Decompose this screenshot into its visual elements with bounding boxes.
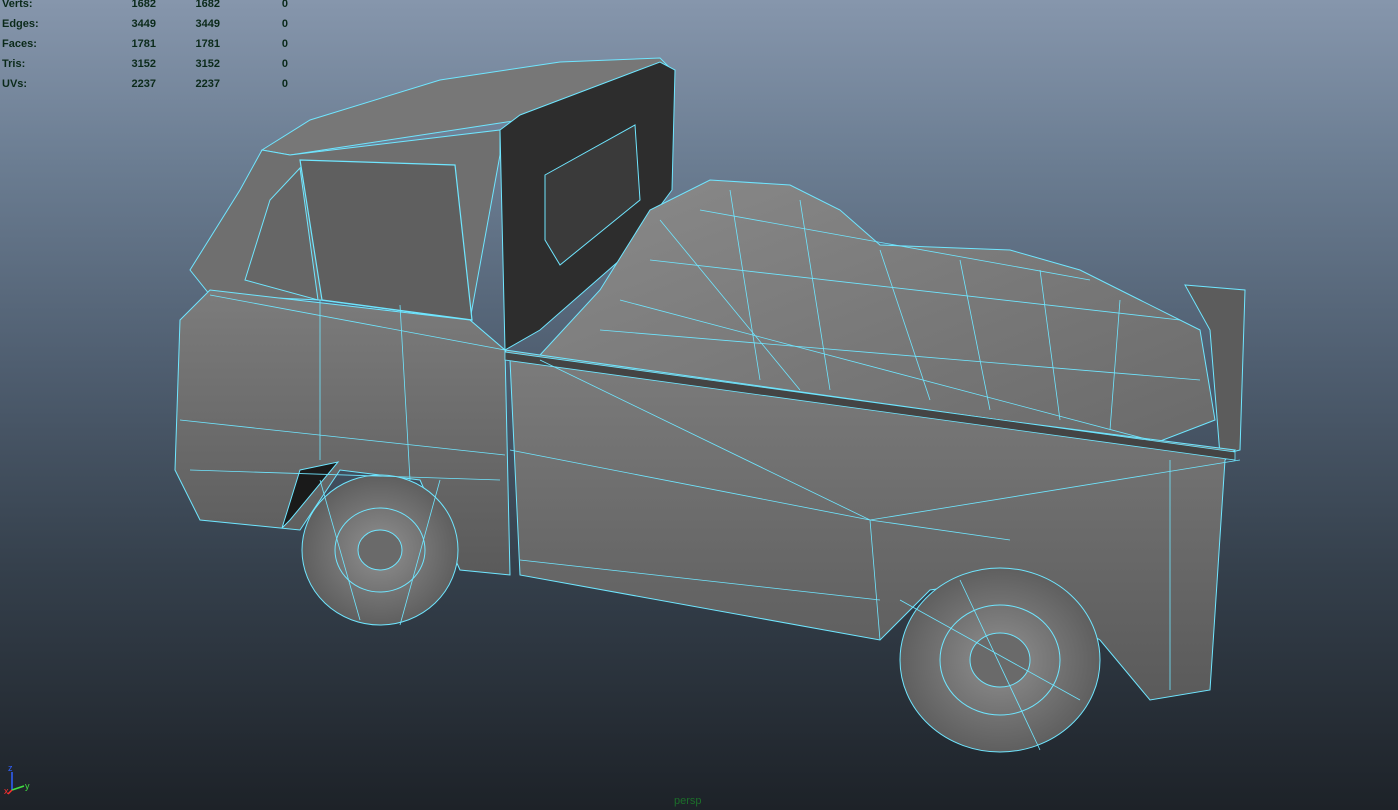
axis-y-label: y — [25, 781, 30, 791]
hud-value: 3152 — [131, 58, 156, 70]
view-axis-icon: z y x — [4, 763, 30, 796]
hud-value: 3152 — [195, 58, 220, 70]
hud-value: 1682 — [131, 0, 156, 10]
hud-value: 3449 — [195, 18, 220, 30]
hud-value: 1682 — [195, 0, 220, 10]
hud-row-verts: Verts: 1682 1682 0 — [2, 0, 288, 14]
hud-row-uvs: UVs: 2237 2237 0 — [2, 74, 288, 94]
hud-value: 0 — [281, 78, 288, 90]
axis-x-line — [7, 789, 13, 795]
camera-name-label: persp — [674, 795, 702, 807]
hud-row-edges: Edges: 3449 3449 0 — [2, 14, 288, 34]
hud-value: 1781 — [131, 38, 156, 50]
hud-label: Edges: — [2, 18, 39, 30]
hud-row-tris: Tris: 3152 3152 0 — [2, 54, 288, 74]
hud-value: 2237 — [195, 78, 220, 90]
truck-mesh-wireframe[interactable] — [0, 0, 1398, 810]
hud-value: 0 — [281, 58, 288, 70]
windshield — [299, 159, 473, 321]
axis-z-label: z — [8, 763, 13, 773]
hud-label: Faces: — [2, 38, 37, 50]
hud-value: 0 — [281, 18, 288, 30]
hud-value: 2237 — [131, 78, 156, 90]
hud-label: UVs: — [2, 78, 28, 90]
hud-value: 3449 — [131, 18, 156, 30]
hud-value: 0 — [281, 0, 288, 10]
axis-x-label: x — [4, 786, 9, 796]
axis-y-line — [11, 785, 25, 791]
3d-viewport[interactable]: Verts: 1682 1682 0 Edges: 3449 3449 0 Fa… — [0, 0, 1398, 810]
hud-value: 0 — [281, 38, 288, 50]
hud-label: Tris: — [2, 58, 26, 70]
rear-wheel — [899, 567, 1101, 753]
poly-count-hud: Verts: 1682 1682 0 Edges: 3449 3449 0 Fa… — [2, 0, 288, 94]
hud-row-faces: Faces: 1781 1781 0 — [2, 34, 288, 54]
hud-value: 1781 — [195, 38, 220, 50]
hud-label: Verts: — [2, 0, 33, 10]
